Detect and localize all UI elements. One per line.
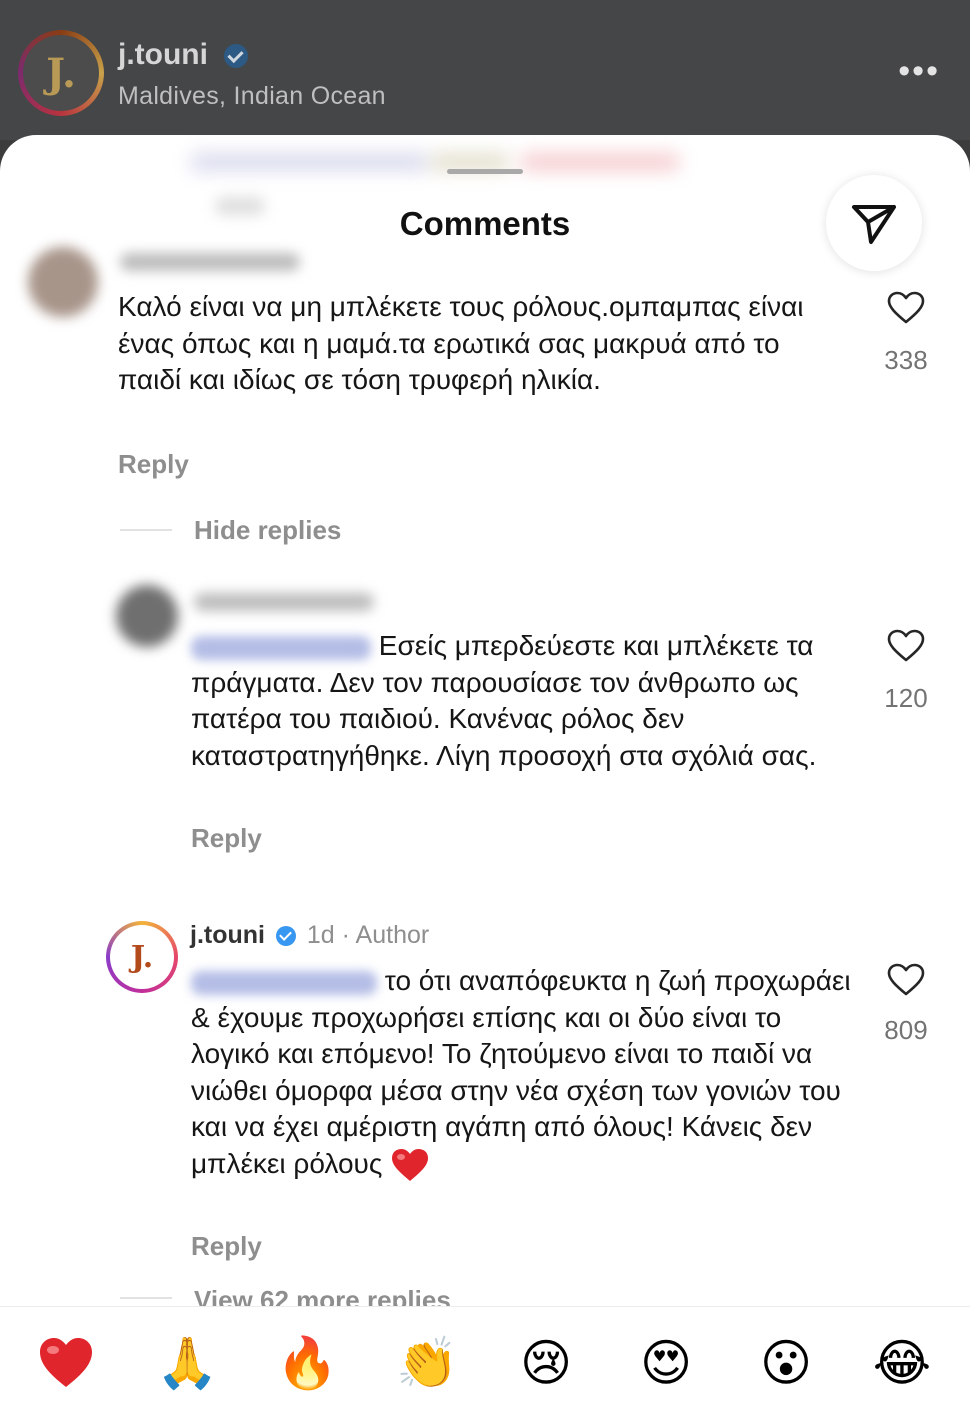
blurred-caption: [520, 153, 680, 171]
verified-badge-icon: [275, 926, 296, 947]
share-button[interactable]: [826, 175, 922, 271]
avatar-letter: J.: [110, 925, 174, 989]
sheet-grabber[interactable]: [447, 169, 523, 174]
comment-text: Καλό είναι να μη μπλέκετε τους ρόλους.ομ…: [118, 291, 804, 395]
send-icon: [852, 205, 896, 244]
clapping-hands-emoji-icon[interactable]: 👏: [396, 1333, 458, 1393]
post-location[interactable]: Maldives, Indian Ocean: [118, 82, 386, 111]
verified-badge-icon: [224, 44, 249, 69]
heart-outline-icon: [887, 629, 925, 662]
like-count: 809: [884, 1015, 928, 1045]
reply-body-line1: το ότι αναπόφευκτα η ζωή: [384, 965, 707, 996]
post-avatar[interactable]: J.: [18, 30, 104, 116]
heart-eyes-emoji-icon[interactable]: 😍: [636, 1333, 696, 1393]
like-count: 120: [884, 683, 928, 713]
red-heart-emoji-icon[interactable]: [36, 1333, 96, 1393]
author-badge: · Author: [341, 921, 430, 949]
reply-body: προχωράει & έχουμε προχωρήσει επίσης και…: [191, 965, 851, 1179]
commenter-avatar[interactable]: [28, 247, 98, 317]
like-button[interactable]: [876, 291, 936, 325]
author-username[interactable]: j.touni: [190, 921, 265, 949]
like-button[interactable]: [876, 963, 936, 997]
reply-text: Εσείς μπερδεύεστε και μπλέκετε τα πράγμα…: [191, 628, 851, 774]
reply-button[interactable]: Reply: [118, 449, 189, 480]
blurred-caption: [190, 153, 430, 171]
reply-button[interactable]: Reply: [191, 823, 262, 854]
author-avatar[interactable]: J.: [106, 921, 178, 993]
reply-text: το ότι αναπόφευκτα η ζωή προχωράει & έχο…: [191, 963, 853, 1183]
commenter-username[interactable]: [120, 253, 300, 271]
red-heart-emoji-icon: [392, 1149, 429, 1182]
hide-replies-button[interactable]: Hide replies: [194, 515, 341, 546]
avatar-letter: J.: [23, 35, 99, 111]
author-meta: j.touni 1d · Author: [190, 921, 429, 950]
post-header: J. j.touni Maldives, Indian Ocean •••: [0, 0, 970, 140]
post-username[interactable]: j.touni: [118, 38, 249, 72]
username-text: j.touni: [118, 38, 208, 71]
thread-line: [120, 1297, 172, 1299]
mention-link[interactable]: [191, 635, 371, 660]
comment-time: 1d: [306, 921, 335, 949]
like-button[interactable]: [876, 629, 936, 663]
replier-username[interactable]: [194, 593, 374, 611]
more-options-icon[interactable]: •••: [898, 52, 940, 91]
mention-link[interactable]: [191, 970, 377, 995]
red-heart-glyph-icon: [40, 1338, 92, 1387]
thread-line: [120, 529, 172, 531]
folded-hands-emoji-icon[interactable]: 🙏: [156, 1333, 218, 1393]
surprised-face-emoji-icon[interactable]: 😮: [756, 1333, 816, 1393]
crying-face-emoji-icon[interactable]: 😢: [516, 1333, 576, 1393]
comments-sheet: Comments Καλό είναι να μη μπλέκετε τους …: [0, 135, 970, 1425]
fire-emoji-icon[interactable]: 🔥: [276, 1333, 338, 1393]
like-count: 338: [884, 345, 928, 375]
tears-of-joy-emoji-icon[interactable]: 😂: [872, 1333, 932, 1393]
heart-outline-icon: [887, 291, 925, 324]
replier-avatar[interactable]: [116, 585, 178, 647]
reply-button[interactable]: Reply: [191, 1231, 262, 1262]
sheet-title: Comments: [399, 205, 571, 242]
heart-outline-icon: [887, 963, 925, 996]
emoji-reaction-bar: 🙏 🔥 👏 😢 😍 😮 😂: [0, 1306, 970, 1426]
